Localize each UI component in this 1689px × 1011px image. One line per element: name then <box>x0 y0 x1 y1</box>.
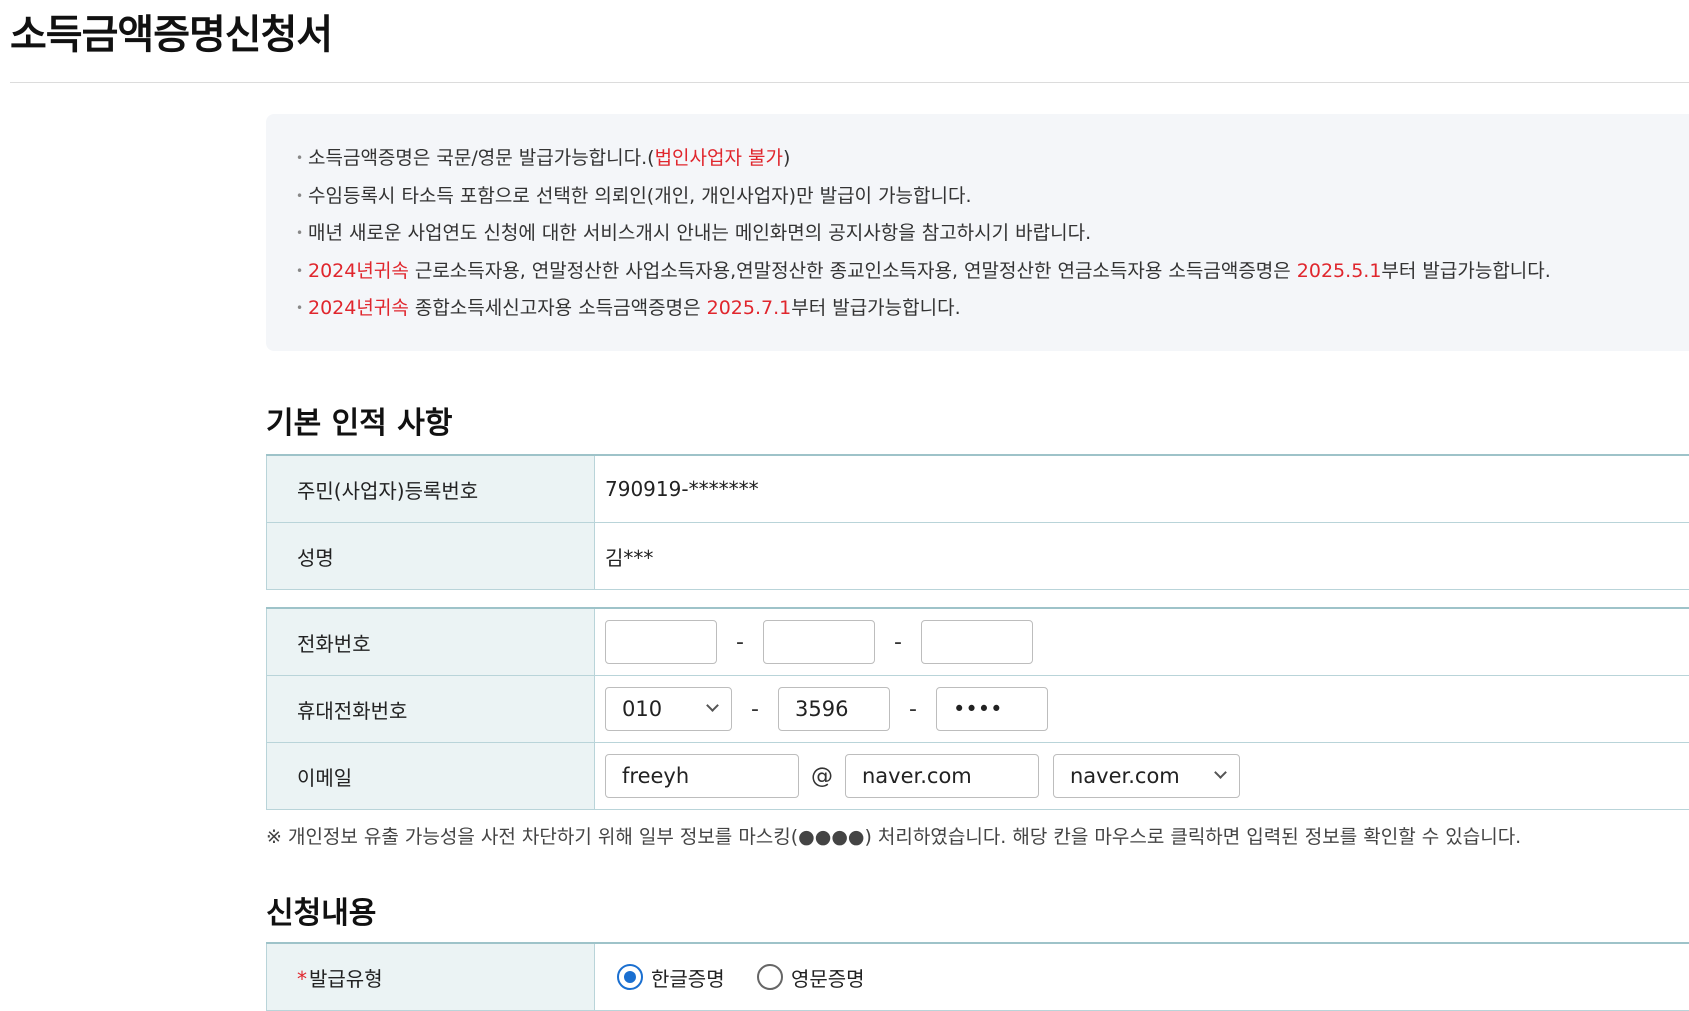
mobile-middle-input[interactable]: 3596 <box>778 687 890 731</box>
email-domain-input[interactable]: naver.com <box>845 754 1039 798</box>
page-title: 소득금액증명신청서 <box>10 2 332 60</box>
notice-text: 매년 새로운 사업연도 신청에 대한 서비스개시 안내는 메인화면의 공지사항을… <box>308 222 1091 244</box>
email-domain-select-value: naver.com <box>1070 764 1180 788</box>
bullet-icon: • <box>296 215 303 253</box>
mobile-fields: 010-3596-•••• <box>595 676 1689 743</box>
table-row: 이메일 freeyh@naver.comnaver.com <box>267 743 1689 810</box>
table-row: *발급유형 한글증명 영문증명 <box>267 943 1689 1011</box>
mobile-prefix-select[interactable]: 010 <box>605 687 732 731</box>
notice-list: •소득금액증명은 국문/영문 발급가능합니다.(법인사업자 불가)•수임등록시 … <box>266 114 1689 328</box>
email-user-input[interactable]: freeyh <box>605 754 799 798</box>
name-value: 김*** <box>595 523 1689 590</box>
notice-text: ) <box>783 147 790 169</box>
phone-middle-input[interactable] <box>763 620 875 664</box>
contact-table: 전화번호 -- 휴대전화번호 010-3596-•••• 이메일 freeyh@… <box>266 607 1689 810</box>
table-row: 전화번호 -- <box>267 608 1689 676</box>
basic-info-table: 주민(사업자)등록번호 790919-******* 성명 김*** <box>266 454 1689 590</box>
name-label: 성명 <box>267 523 595 590</box>
phone-label: 전화번호 <box>267 608 595 676</box>
radio-checked-icon[interactable] <box>617 964 643 990</box>
basic-info-title: 기본 인적 사항 <box>266 398 453 442</box>
phone-last-input[interactable] <box>921 620 1033 664</box>
email-label: 이메일 <box>267 743 595 810</box>
mobile-label: 휴대전화번호 <box>267 676 595 743</box>
notice-item: •수임등록시 타소득 포함으로 선택한 의뢰인(개인, 개인사업자)만 발급이 … <box>296 178 1689 216</box>
dash-separator: - <box>890 697 936 722</box>
title-divider <box>10 82 1689 83</box>
issue-type-options: 한글증명 영문증명 <box>595 943 1689 1011</box>
radio-english[interactable]: 영문증명 <box>757 963 865 992</box>
table-row: 성명 김*** <box>267 523 1689 590</box>
dash-separator: - <box>732 697 778 722</box>
notice-box: •소득금액증명은 국문/영문 발급가능합니다.(법인사업자 불가)•수임등록시 … <box>266 114 1689 351</box>
notice-item: •2024년귀속 종합소득세신고자용 소득금액증명은 2025.7.1부터 발급… <box>296 290 1689 328</box>
radio-korean[interactable]: 한글증명 <box>617 963 725 992</box>
notice-item: •매년 새로운 사업연도 신청에 대한 서비스개시 안내는 메인화면의 공지사항… <box>296 215 1689 253</box>
radio-english-label: 영문증명 <box>791 963 865 992</box>
chevron-down-icon <box>1214 766 1227 779</box>
radio-unchecked-icon[interactable] <box>757 964 783 990</box>
at-sign: @ <box>799 764 845 789</box>
notice-text: 부터 발급가능합니다. <box>1381 260 1550 282</box>
request-table: *발급유형 한글증명 영문증명 <box>266 942 1689 1011</box>
id-number-value: 790919-******* <box>595 455 1689 523</box>
mobile-prefix-value: 010 <box>622 697 662 721</box>
mobile-last-input[interactable]: •••• <box>936 687 1048 731</box>
id-number-label: 주민(사업자)등록번호 <box>267 455 595 523</box>
notice-highlight-text: 2024년귀속 <box>308 297 409 319</box>
request-section-title: 신청내용 <box>266 888 376 932</box>
radio-korean-label: 한글증명 <box>651 963 725 992</box>
bullet-icon: • <box>296 253 303 291</box>
notice-item: •소득금액증명은 국문/영문 발급가능합니다.(법인사업자 불가) <box>296 140 1689 178</box>
phone-area-input[interactable] <box>605 620 717 664</box>
chevron-down-icon <box>706 699 719 712</box>
notice-text: 부터 발급가능합니다. <box>791 297 960 319</box>
notice-text: 소득금액증명은 국문/영문 발급가능합니다.( <box>308 147 655 169</box>
notice-highlight-text: 2024년귀속 <box>308 260 409 282</box>
dash-separator: - <box>875 630 921 655</box>
notice-highlight-text: 2025.5.1 <box>1297 260 1382 282</box>
email-fields: freeyh@naver.comnaver.com <box>595 743 1689 810</box>
email-domain-select[interactable]: naver.com <box>1053 754 1240 798</box>
notice-highlight-text: 법인사업자 불가 <box>655 147 783 169</box>
issue-type-label: 발급유형 <box>309 967 383 991</box>
dash-separator: - <box>717 630 763 655</box>
table-row: 주민(사업자)등록번호 790919-******* <box>267 455 1689 523</box>
issue-type-label-cell: *발급유형 <box>267 943 595 1011</box>
notice-text: 근로소득자용, 연말정산한 사업소득자용,연말정산한 종교인소득자용, 연말정산… <box>409 260 1297 282</box>
notice-item: •2024년귀속 근로소득자용, 연말정산한 사업소득자용,연말정산한 종교인소… <box>296 253 1689 291</box>
bullet-icon: • <box>296 178 303 216</box>
bullet-icon: • <box>296 140 303 178</box>
privacy-note: ※ 개인정보 유출 가능성을 사전 차단하기 위해 일부 정보를 마스킹(●●●… <box>266 822 1521 849</box>
phone-fields: -- <box>595 608 1689 676</box>
notice-text: 수임등록시 타소득 포함으로 선택한 의뢰인(개인, 개인사업자)만 발급이 가… <box>308 185 972 207</box>
notice-highlight-text: 2025.7.1 <box>707 297 792 319</box>
notice-text: 종합소득세신고자용 소득금액증명은 <box>409 297 707 319</box>
required-mark: * <box>297 967 307 991</box>
table-row: 휴대전화번호 010-3596-•••• <box>267 676 1689 743</box>
bullet-icon: • <box>296 290 303 328</box>
